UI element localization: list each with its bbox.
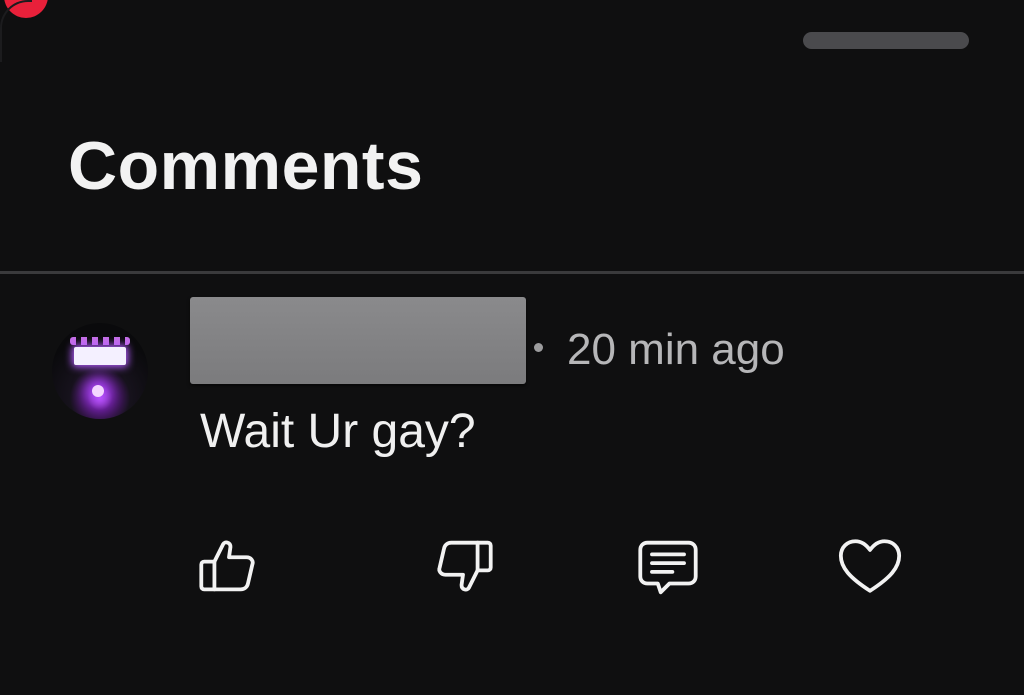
username-redacted [190, 297, 526, 384]
comment-timestamp: 20 min ago [567, 325, 785, 374]
thumbs-up-icon [199, 540, 255, 592]
reply-icon [638, 540, 698, 595]
comments-sheet: Comments 20 min ago Wait Ur gay? [0, 0, 1024, 695]
avatar-lights [70, 337, 130, 345]
page-title: Comments [68, 128, 424, 204]
thumbs-down-icon [437, 540, 493, 592]
avatar[interactable] [52, 323, 148, 419]
drag-handle[interactable] [803, 32, 969, 49]
comment-text: Wait Ur gay? [200, 405, 476, 458]
divider [0, 271, 1024, 274]
like-button[interactable] [193, 530, 265, 602]
avatar-glow [92, 385, 104, 397]
reply-button[interactable] [632, 530, 704, 602]
avatar-screen [74, 347, 126, 365]
dislike-button[interactable] [427, 530, 499, 602]
sheet-corner [0, 0, 32, 62]
favorite-button[interactable] [834, 530, 906, 602]
separator-dot [534, 343, 543, 352]
heart-icon [838, 539, 902, 593]
